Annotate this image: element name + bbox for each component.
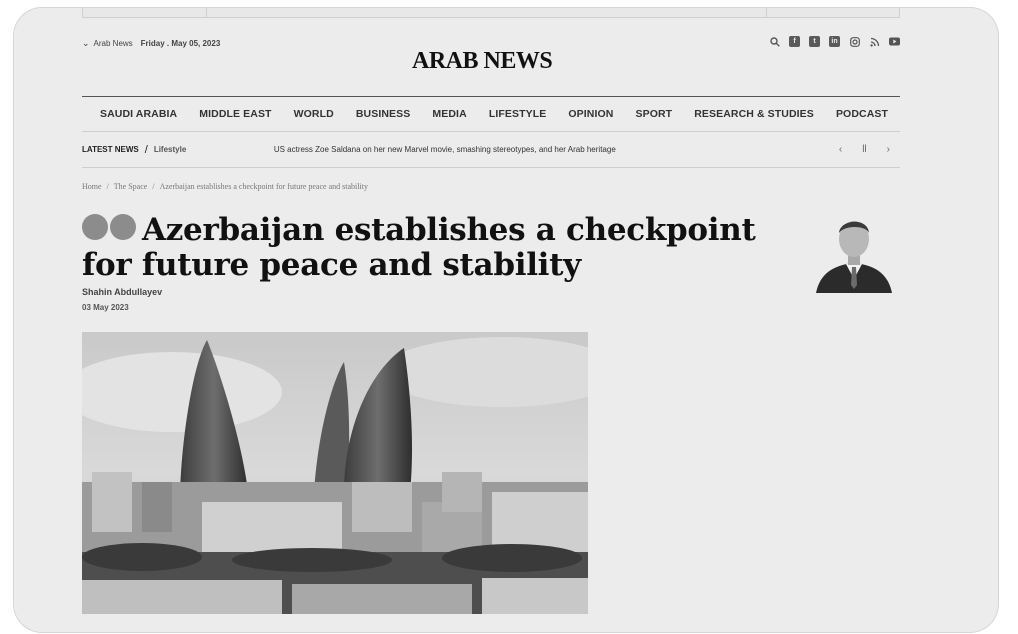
breadcrumb: Home / The Space / Azerbaijan establishe… [82,182,900,191]
article-title: Azerbaijan establishes a checkpoint for … [82,213,812,283]
publish-date: 03 May 2023 [82,303,129,312]
ticker-label: LATEST NEWS [82,145,139,154]
chevron-down-icon: ⌄ [82,38,90,48]
ticker-controls: ‹ ll › [839,144,890,155]
nav-research-studies[interactable]: RESEARCH & STUDIES [694,108,814,120]
nav-saudi-arabia[interactable]: SAUDI ARABIA [100,108,177,120]
page: ⌄ Arab News Friday . May 05, 2023 ARAB N… [82,30,900,614]
chevron-left-icon[interactable]: ‹ [839,144,842,155]
search-icon[interactable] [769,36,780,47]
breadcrumb-home[interactable]: Home [82,182,102,191]
ticker-headline[interactable]: US actress Zoe Saldana on her new Marvel… [274,145,616,154]
utility-bar: ⌄ Arab News Friday . May 05, 2023 ARAB N… [82,30,900,90]
facebook-icon[interactable]: f [789,36,800,47]
author-avatar [816,221,892,293]
breadcrumb-separator: / [106,182,109,191]
nav-podcast[interactable]: PODCAST [836,108,888,120]
article-hero-image [82,332,588,614]
browser-frame: ⌄ Arab News Friday . May 05, 2023 ARAB N… [14,8,998,632]
main-nav: SAUDI ARABIA MIDDLE EAST WORLD BUSINESS … [82,96,900,132]
pause-icon[interactable]: ll [862,144,866,155]
opinion-quote-icon [82,214,136,240]
nav-sport[interactable]: SPORT [636,108,673,120]
author-name[interactable]: Shahin Abdullayev [82,287,900,297]
latest-news-ticker: LATEST NEWS / Lifestyle US actress Zoe S… [82,132,900,168]
ticker-category[interactable]: Lifestyle [154,145,274,154]
instagram-icon[interactable] [849,36,860,47]
nav-lifestyle[interactable]: LIFESTYLE [489,108,547,120]
youtube-icon[interactable] [889,36,900,47]
social-icons: f t in [769,36,900,47]
nav-opinion[interactable]: OPINION [568,108,613,120]
nav-middle-east[interactable]: MIDDLE EAST [199,108,271,120]
rss-icon[interactable] [869,36,880,47]
previous-page-strip [82,8,900,18]
nav-business[interactable]: BUSINESS [356,108,410,120]
ticker-slash: / [144,143,148,156]
dateline: ⌄ Arab News Friday . May 05, 2023 [82,38,220,49]
edition-selector[interactable]: ⌄ Arab News [82,38,133,49]
linkedin-icon[interactable]: in [829,36,840,47]
article-header: Azerbaijan establishes a checkpoint for … [82,213,900,312]
article-title-text: Azerbaijan establishes a checkpoint for … [82,212,756,283]
chevron-right-icon[interactable]: › [887,144,890,155]
nav-world[interactable]: WORLD [294,108,334,120]
breadcrumb-section[interactable]: The Space [114,182,148,191]
current-date: Friday . May 05, 2023 [140,39,221,48]
breadcrumb-separator: / [152,182,155,191]
city-skyline-photo [82,332,588,614]
site-logo[interactable]: ARAB NEWS [412,48,553,75]
nav-media[interactable]: MEDIA [432,108,466,120]
breadcrumb-current: Azerbaijan establishes a checkpoint for … [159,182,368,191]
edition-label: Arab News [93,39,133,48]
twitter-icon[interactable]: t [809,36,820,47]
